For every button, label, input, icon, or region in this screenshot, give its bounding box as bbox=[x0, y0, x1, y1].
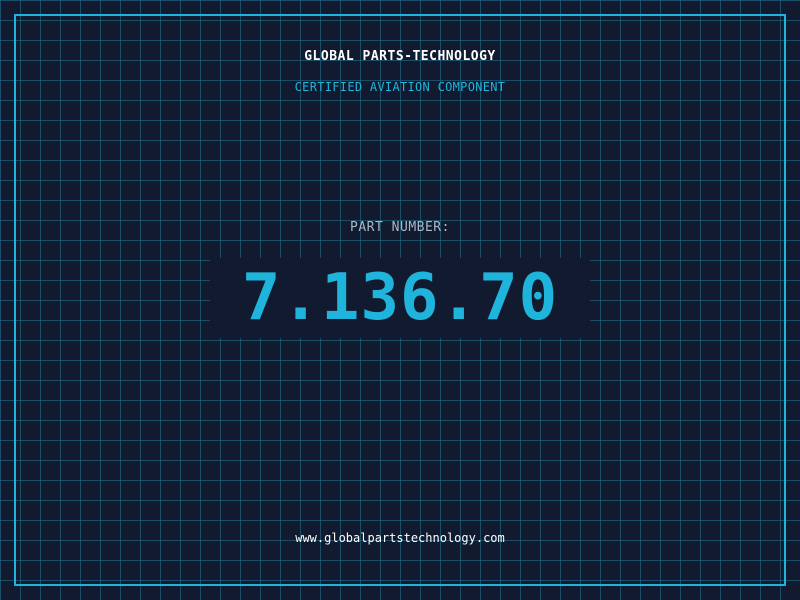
label-page: GLOBAL PARTS-TECHNOLOGY CERTIFIED AVIATI… bbox=[0, 0, 800, 600]
certification-text: CERTIFIED AVIATION COMPONENT bbox=[294, 80, 506, 94]
part-number-value: 7.136.70 bbox=[241, 261, 559, 335]
part-number-label: PART NUMBER: bbox=[350, 220, 450, 235]
company-name: GLOBAL PARTS-TECHNOLOGY bbox=[304, 49, 496, 64]
part-number-panel: 7.136.70 bbox=[210, 258, 590, 338]
website-link[interactable]: www.globalpartstechnology.com bbox=[0, 531, 800, 545]
